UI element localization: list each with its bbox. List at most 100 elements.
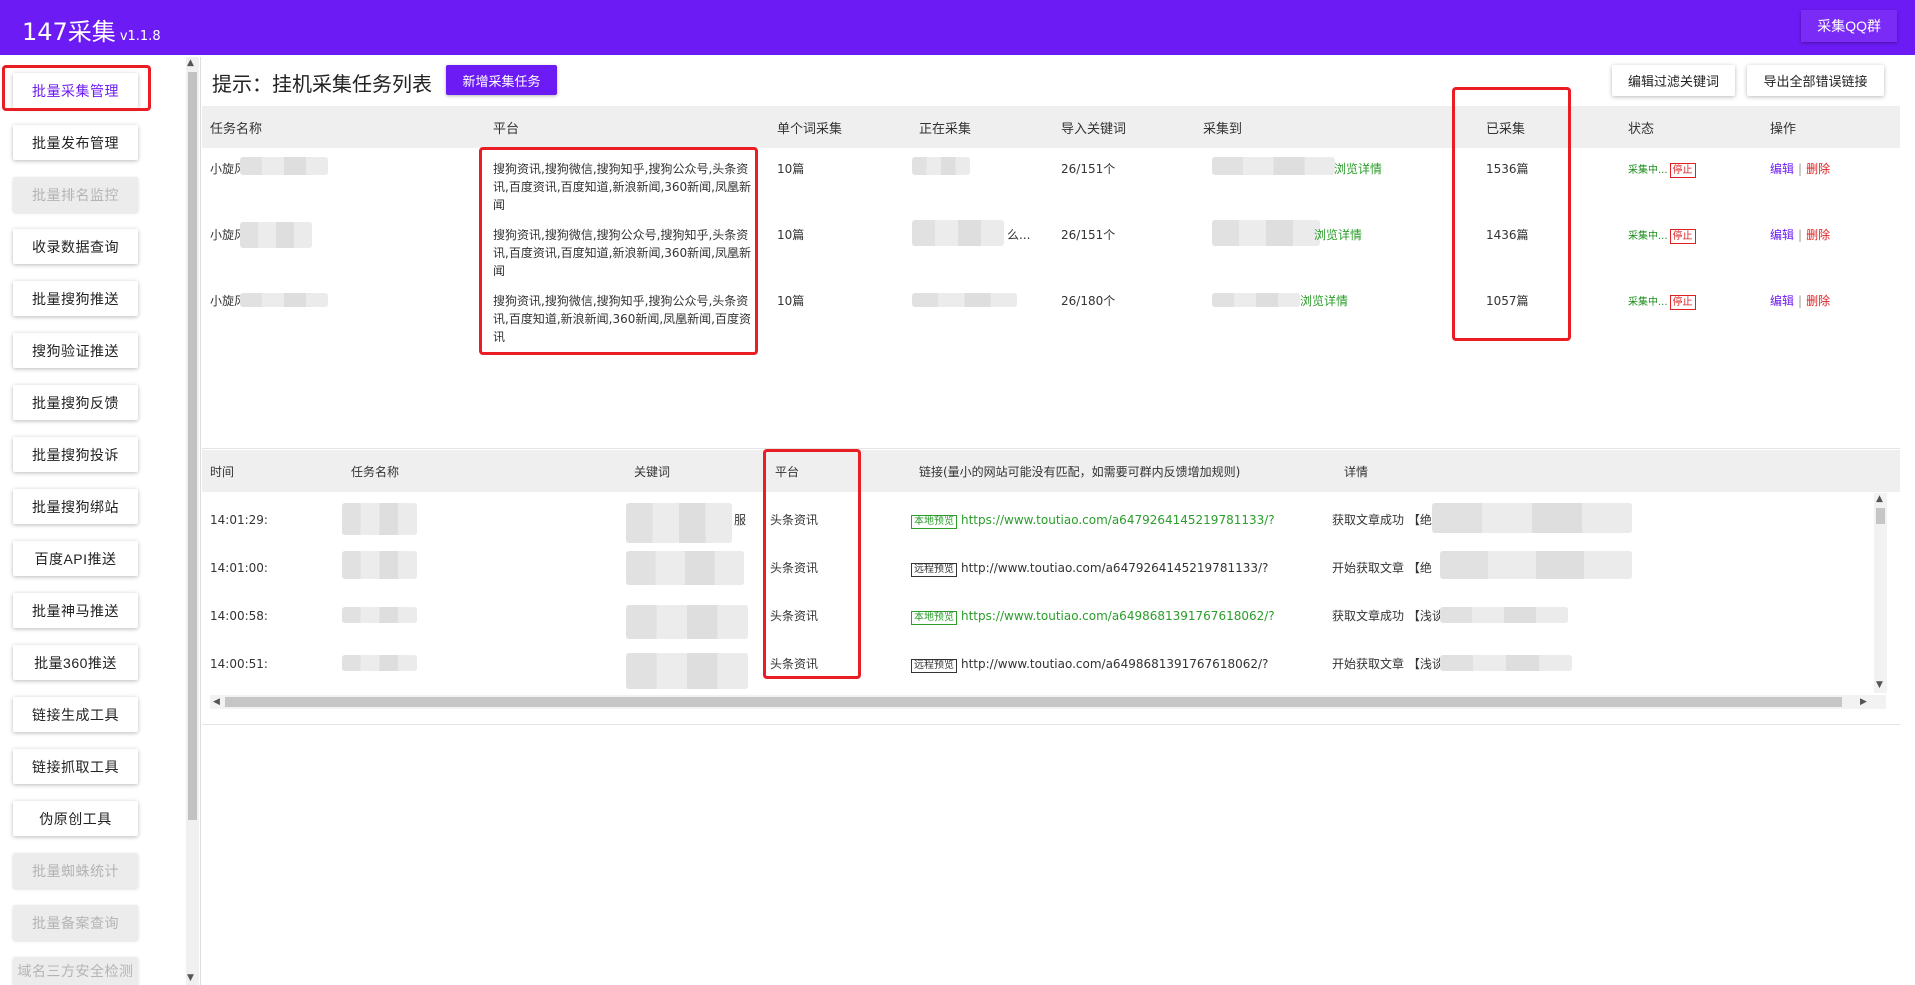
task-status: 采集中... 停止: [1628, 292, 1696, 312]
log-platform: 头条资讯: [770, 657, 819, 671]
remote-preview-button[interactable]: 远程预览: [911, 659, 957, 673]
task-collected: 1057篇: [1486, 294, 1529, 308]
sidebar-item-link-crawler[interactable]: 链接抓取工具: [13, 749, 138, 784]
task-actions: 编辑 | 删除: [1770, 292, 1830, 310]
delete-link[interactable]: 删除: [1806, 162, 1830, 176]
th-platform: 平台: [493, 122, 520, 137]
th-collecting: 正在采集: [919, 122, 972, 137]
article-url[interactable]: https://www.toutiao.com/a649868139176761…: [961, 609, 1275, 623]
task-per-word: 10篇: [777, 162, 805, 176]
action-separator: |: [1798, 294, 1803, 308]
sidebar-item-batch-publish[interactable]: 批量发布管理: [13, 125, 138, 160]
task-per-word: 10篇: [777, 228, 805, 242]
app-title: 147采集 v1.1.8: [22, 12, 161, 47]
remote-preview-button[interactable]: 远程预览: [911, 563, 957, 577]
article-url[interactable]: https://www.toutiao.com/a647926414521978…: [961, 513, 1275, 527]
task-platform: 搜狗资讯,搜狗微信,搜狗公众号,搜狗知乎,头条资讯,百度资讯,百度知道,新浪新闻…: [493, 228, 751, 278]
local-preview-button[interactable]: 本地预览: [911, 515, 957, 529]
delete-link[interactable]: 删除: [1806, 294, 1830, 308]
edit-link[interactable]: 编辑: [1770, 294, 1794, 308]
status-text: 采集中...: [1628, 231, 1668, 242]
sidebar-item-pseudo-original[interactable]: 伪原创工具: [13, 801, 138, 836]
scroll-up-icon[interactable]: ▲: [187, 58, 194, 68]
scroll-down-icon[interactable]: ▼: [187, 973, 194, 983]
redacted-block: [912, 157, 970, 175]
sidebar-item-shenma-push[interactable]: 批量神马推送: [13, 593, 138, 628]
stop-button[interactable]: 停止: [1669, 229, 1696, 244]
stop-button[interactable]: 停止: [1669, 295, 1696, 310]
sidebar: 批量采集管理 批量发布管理 批量排名监控 收录数据查询 批量搜狗推送 搜狗验证推…: [0, 55, 183, 985]
scroll-up-icon[interactable]: ▲: [1876, 494, 1883, 504]
log-link: 远程预览 http://www.toutiao.com/a649868139176…: [911, 655, 1268, 673]
redacted-block: [1440, 655, 1572, 671]
scroll-left-icon[interactable]: ◀: [213, 697, 220, 707]
th-log-task: 任务名称: [351, 465, 400, 479]
delete-link[interactable]: 删除: [1806, 228, 1830, 242]
sidebar-scrollbar-thumb[interactable]: [188, 72, 197, 820]
local-preview-button[interactable]: 本地预览: [911, 611, 957, 625]
sidebar-item-index-query[interactable]: 收录数据查询: [13, 229, 138, 264]
sidebar-item-sogou-feedback[interactable]: 批量搜狗反馈: [13, 385, 138, 420]
sidebar-item-link-generator[interactable]: 链接生成工具: [13, 697, 138, 732]
view-details-link[interactable]: 浏览详情: [1314, 226, 1362, 244]
status-text: 采集中...: [1628, 165, 1668, 176]
task-per-word: 10篇: [777, 294, 805, 308]
redacted-block: [626, 551, 744, 585]
redacted-block: [1212, 157, 1335, 175]
redacted-block: [1212, 293, 1300, 307]
view-details-link[interactable]: 浏览详情: [1334, 160, 1382, 178]
th-imported: 导入关键词: [1061, 122, 1127, 137]
stop-button[interactable]: 停止: [1669, 163, 1696, 178]
log-detail: 获取文章成功 【绝地: [1332, 513, 1444, 527]
log-detail: 开始获取文章 【绝: [1332, 561, 1432, 575]
article-url[interactable]: http://www.toutiao.com/a6498681391767618…: [961, 657, 1268, 671]
export-error-links-button[interactable]: 导出全部错误链接: [1747, 65, 1884, 96]
qq-group-button[interactable]: 采集QQ群: [1801, 10, 1897, 42]
th-action: 操作: [1770, 122, 1797, 137]
log-keyword-tail: 服: [734, 513, 747, 527]
task-platform: 搜狗资讯,搜狗微信,搜狗知乎,搜狗公众号,头条资讯,百度资讯,百度知道,新浪新闻…: [493, 162, 751, 212]
redacted-block: [1440, 607, 1568, 623]
task-status: 采集中... 停止: [1628, 160, 1696, 180]
action-separator: |: [1798, 162, 1803, 176]
scroll-down-icon[interactable]: ▼: [1876, 680, 1883, 690]
th-task-name: 任务名称: [210, 122, 263, 137]
redacted-block: [1440, 551, 1632, 579]
sidebar-divider: [200, 57, 201, 985]
log-horizontal-scrollbar-thumb[interactable]: [225, 697, 1842, 707]
edit-link[interactable]: 编辑: [1770, 162, 1794, 176]
sidebar-item-sogou-verify-push[interactable]: 搜狗验证推送: [13, 333, 138, 368]
sidebar-item-spider-stats: 批量蜘蛛统计: [13, 853, 138, 888]
task-status: 采集中... 停止: [1628, 226, 1696, 246]
redacted-block: [912, 293, 1017, 307]
log-time: 14:00:51:: [210, 657, 268, 671]
sidebar-item-sogou-bind[interactable]: 批量搜狗绑站: [13, 489, 138, 524]
th-collect-to: 采集到: [1203, 122, 1243, 137]
sidebar-item-batch-collect[interactable]: 批量采集管理: [13, 73, 138, 108]
scroll-right-icon[interactable]: ▶: [1860, 697, 1867, 707]
task-platform: 搜狗资讯,搜狗微信,搜狗知乎,搜狗公众号,头条资讯,百度知道,新浪新闻,360新…: [493, 294, 751, 344]
log-vertical-scrollbar-thumb[interactable]: [1876, 508, 1885, 524]
log-link: 本地预览 https://www.toutiao.com/a64986813917…: [911, 607, 1275, 625]
task-collecting-tail: 么...: [1007, 228, 1031, 242]
edit-filter-keywords-button[interactable]: 编辑过滤关键词: [1612, 65, 1735, 96]
task-collected: 1536篇: [1486, 162, 1529, 176]
status-text: 采集中...: [1628, 297, 1668, 308]
view-details-link[interactable]: 浏览详情: [1300, 292, 1348, 310]
top-bar: 147采集 v1.1.8 采集QQ群: [0, 0, 1915, 55]
section-divider: [202, 724, 1900, 725]
task-actions: 编辑 | 删除: [1770, 226, 1830, 244]
sidebar-item-sogou-push[interactable]: 批量搜狗推送: [13, 281, 138, 316]
sidebar-item-360-push[interactable]: 批量360推送: [13, 645, 138, 680]
log-time: 14:01:00:: [210, 561, 268, 575]
app-version: v1.1.8: [119, 29, 161, 44]
redacted-block: [912, 220, 1004, 246]
article-url[interactable]: http://www.toutiao.com/a6479264145219781…: [961, 561, 1268, 575]
redacted-block: [626, 653, 748, 689]
sidebar-item-sogou-complaint[interactable]: 批量搜狗投诉: [13, 437, 138, 472]
edit-link[interactable]: 编辑: [1770, 228, 1794, 242]
add-task-button[interactable]: 新增采集任务: [446, 65, 557, 95]
th-keyword: 关键词: [634, 465, 671, 479]
log-table-header: 时间 任务名称 关键词 平台 链接(量小的网站可能没有匹配，如需要可群内反馈增加…: [202, 450, 1900, 492]
sidebar-item-baidu-api-push[interactable]: 百度API推送: [13, 541, 138, 576]
